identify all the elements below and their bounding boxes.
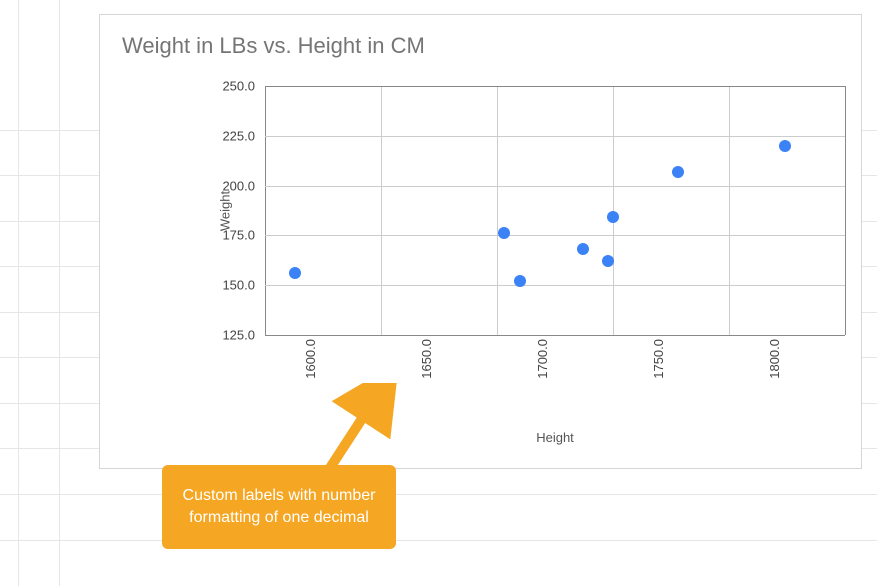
data-point [577, 243, 589, 255]
x-tick-label: 1800.0 [767, 339, 782, 379]
y-tick-label: 150.0 [195, 278, 255, 293]
x-tick-label: 1600.0 [303, 339, 318, 379]
data-point [607, 211, 619, 223]
y-tick-label: 125.0 [195, 328, 255, 343]
x-axis-label: Height [265, 430, 845, 445]
scatter-chart[interactable]: Weight in LBs vs. Height in CM 250.0 225… [99, 14, 862, 469]
data-point [514, 275, 526, 287]
x-tick-label: 1750.0 [651, 339, 666, 379]
chart-plot-area: 250.0 225.0 200.0 175.0 150.0 125.0 1600… [265, 86, 845, 335]
annotation-callout: Custom labels with number formatting of … [162, 465, 396, 549]
data-point [672, 166, 684, 178]
x-tick-label: 1700.0 [535, 339, 550, 379]
y-tick-label: 250.0 [195, 79, 255, 94]
y-tick-label: 225.0 [195, 128, 255, 143]
chart-title: Weight in LBs vs. Height in CM [122, 33, 425, 59]
annotation-text: Custom labels with number formatting of … [182, 485, 376, 528]
data-point [779, 140, 791, 152]
data-point [498, 227, 510, 239]
data-points-layer [265, 86, 845, 335]
y-axis-label: Weight [218, 190, 233, 230]
x-tick-label: 1650.0 [419, 339, 434, 379]
data-point [289, 267, 301, 279]
data-point [602, 255, 614, 267]
